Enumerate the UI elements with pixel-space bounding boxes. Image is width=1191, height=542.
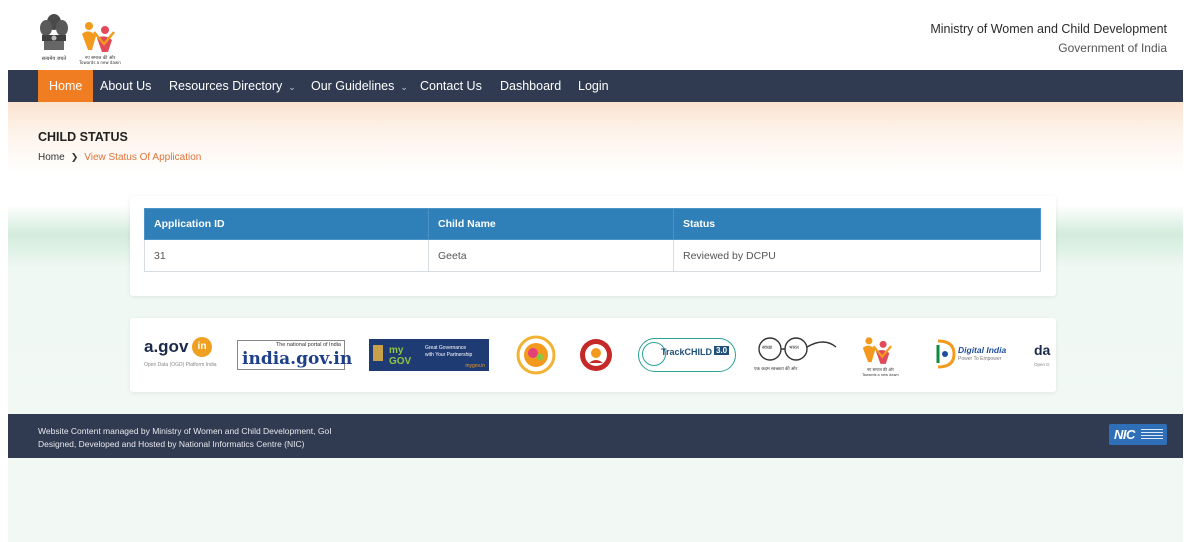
- cell-child-name: Geeta: [428, 239, 674, 272]
- breadcrumb-current: View Status Of Application: [84, 152, 202, 163]
- logo-data-gov-in[interactable]: a.gov in Open Data (OGD) Platform India: [144, 318, 224, 392]
- logo-caption-english: Towards a new dawn: [78, 60, 121, 65]
- nav-item-label: Contact Us: [420, 79, 482, 93]
- wcd-caption-hindi: नए समाज की ओर: [867, 367, 894, 372]
- page: सत्यमेव जयते नए समाज की ओर Towards a new…: [8, 0, 1183, 542]
- wcd-logo-icon: नए समाज की ओर Towards a new dawn: [78, 22, 121, 65]
- table-row: 31 Geeta Reviewed by DCPU: [144, 239, 1041, 272]
- digital-india-text: Digital India: [958, 345, 1007, 355]
- ministry-name: Ministry of Women and Child Development: [930, 22, 1167, 36]
- mygov-url: mygov.in: [465, 363, 485, 369]
- mygov-line1: Great Governance: [425, 345, 467, 351]
- footer-hosted-by: Designed, Developed and Hosted by Nation…: [38, 439, 305, 449]
- digital-india-tag: Power To Empower: [958, 356, 1002, 362]
- page-banner: [8, 102, 1183, 192]
- nav-item-label: Resources Directory: [169, 79, 283, 93]
- mygov-mark: my GOV: [389, 345, 412, 367]
- indiagov-text: india.gov.in: [242, 349, 353, 369]
- data-partial-text: da: [1034, 342, 1051, 358]
- logo-scheme-round[interactable]: [516, 318, 560, 392]
- swachh-right-text: भारत: [789, 345, 799, 351]
- logo-trackchild[interactable]: TrackCHILD 3.0: [638, 318, 738, 392]
- site-header: सत्यमेव जयते नए समाज की ओर Towards a new…: [8, 0, 1183, 70]
- agov-caption: Open Data (OGD) Platform India: [144, 362, 217, 368]
- government-name: Government of India: [1058, 41, 1167, 55]
- nav-item-label: Dashboard: [500, 79, 562, 93]
- chevron-down-icon: ⌄: [400, 82, 408, 92]
- breadcrumb: Home ❯ View Status Of Application: [38, 152, 201, 163]
- partner-logos-carousel: a.gov in Open Data (OGD) Platform India …: [130, 318, 1056, 392]
- data-partial-caption: Open D: [1034, 362, 1050, 367]
- table-header-row: Application ID Child Name Status: [144, 208, 1041, 240]
- nav-item-contact-us[interactable]: Contact Us: [420, 70, 482, 102]
- nav-item-login[interactable]: Login: [578, 70, 609, 102]
- nic-logo[interactable]: NIC: [1109, 424, 1167, 445]
- logo-data-partial[interactable]: da Open D: [1034, 318, 1056, 392]
- nav-item-home[interactable]: Home: [38, 70, 94, 102]
- indiagov-tag: The national portal of India: [275, 342, 341, 348]
- nav-item-label: Home: [49, 79, 83, 93]
- bottom-spacer: [8, 458, 1183, 542]
- logo-mygov[interactable]: my GOV Great Governance with Your Partner…: [369, 318, 491, 392]
- national-emblem-icon: सत्यमेव जयते: [40, 14, 68, 62]
- nav-item-label: Our Guidelines: [311, 79, 395, 93]
- nav-item-resources-directory[interactable]: Resources Directory ⌄: [169, 70, 296, 102]
- scheme-round-icon: [516, 335, 556, 375]
- main-nav: Home About Us Resources Directory ⌄ Our G…: [8, 70, 1183, 102]
- logo-wcd[interactable]: नए समाज की ओर Towards a new dawn: [858, 318, 912, 392]
- logo-digital-india[interactable]: Digital India Power To Empower: [934, 318, 1014, 392]
- agov-in-badge: in: [192, 337, 212, 357]
- nav-item-label: About Us: [100, 79, 152, 93]
- nav-item-our-guidelines[interactable]: Our Guidelines ⌄: [311, 70, 408, 102]
- chevron-right-icon: ❯: [70, 152, 79, 162]
- swachh-caption: एक कदम स्वच्छता की ओर: [754, 366, 798, 371]
- status-table: Application ID Child Name Status 31 Geet…: [144, 208, 1041, 272]
- poshan-round-icon: [580, 339, 612, 371]
- digital-india-mark-icon: [936, 339, 956, 369]
- cell-status: Reviewed by DCPU: [673, 239, 1041, 272]
- logo-swachh-bharat[interactable]: स्वच्छ भारत एक कदम स्वच्छता की ओर: [754, 318, 840, 392]
- trackchild-text: TrackCHILD: [661, 347, 713, 357]
- wcd-logo-small-icon: नए समाज की ओर Towards a new dawn: [861, 337, 899, 377]
- agov-text: a.gov: [144, 337, 189, 356]
- nic-lines-icon: [1141, 429, 1163, 440]
- nav-item-about-us[interactable]: About Us: [100, 70, 151, 102]
- nav-item-dashboard[interactable]: Dashboard: [500, 70, 561, 102]
- column-header-child-name: Child Name: [428, 208, 674, 240]
- page-title: CHILD STATUS: [38, 130, 128, 144]
- nav-item-label: Login: [578, 79, 609, 93]
- site-footer: Website Content managed by Ministry of W…: [8, 414, 1183, 458]
- column-header-application-id: Application ID: [144, 208, 429, 240]
- wcd-caption-english: Towards a new dawn: [861, 373, 898, 377]
- emblem-caption: सत्यमेव जयते: [42, 55, 67, 62]
- nic-text: NIC: [1114, 427, 1135, 442]
- breadcrumb-home-link[interactable]: Home: [38, 152, 65, 163]
- ministry-block: Ministry of Women and Child Development …: [930, 22, 1167, 55]
- mygov-emblem-icon: [373, 345, 383, 361]
- cell-application-id: 31: [144, 239, 429, 272]
- logo-india-gov-in[interactable]: The national portal of India india.gov.i…: [237, 318, 352, 392]
- trackchild-version: 3.0: [714, 346, 730, 355]
- chevron-down-icon: ⌄: [288, 82, 296, 92]
- status-table-card: Application ID Child Name Status 31 Geet…: [130, 196, 1056, 296]
- mygov-line2: with Your Partnership: [425, 352, 473, 358]
- column-header-status: Status: [673, 208, 1041, 240]
- footer-content-managed: Website Content managed by Ministry of W…: [38, 426, 332, 436]
- swachh-left-text: स्वच्छ: [762, 345, 773, 351]
- logo-poshan[interactable]: [578, 318, 618, 392]
